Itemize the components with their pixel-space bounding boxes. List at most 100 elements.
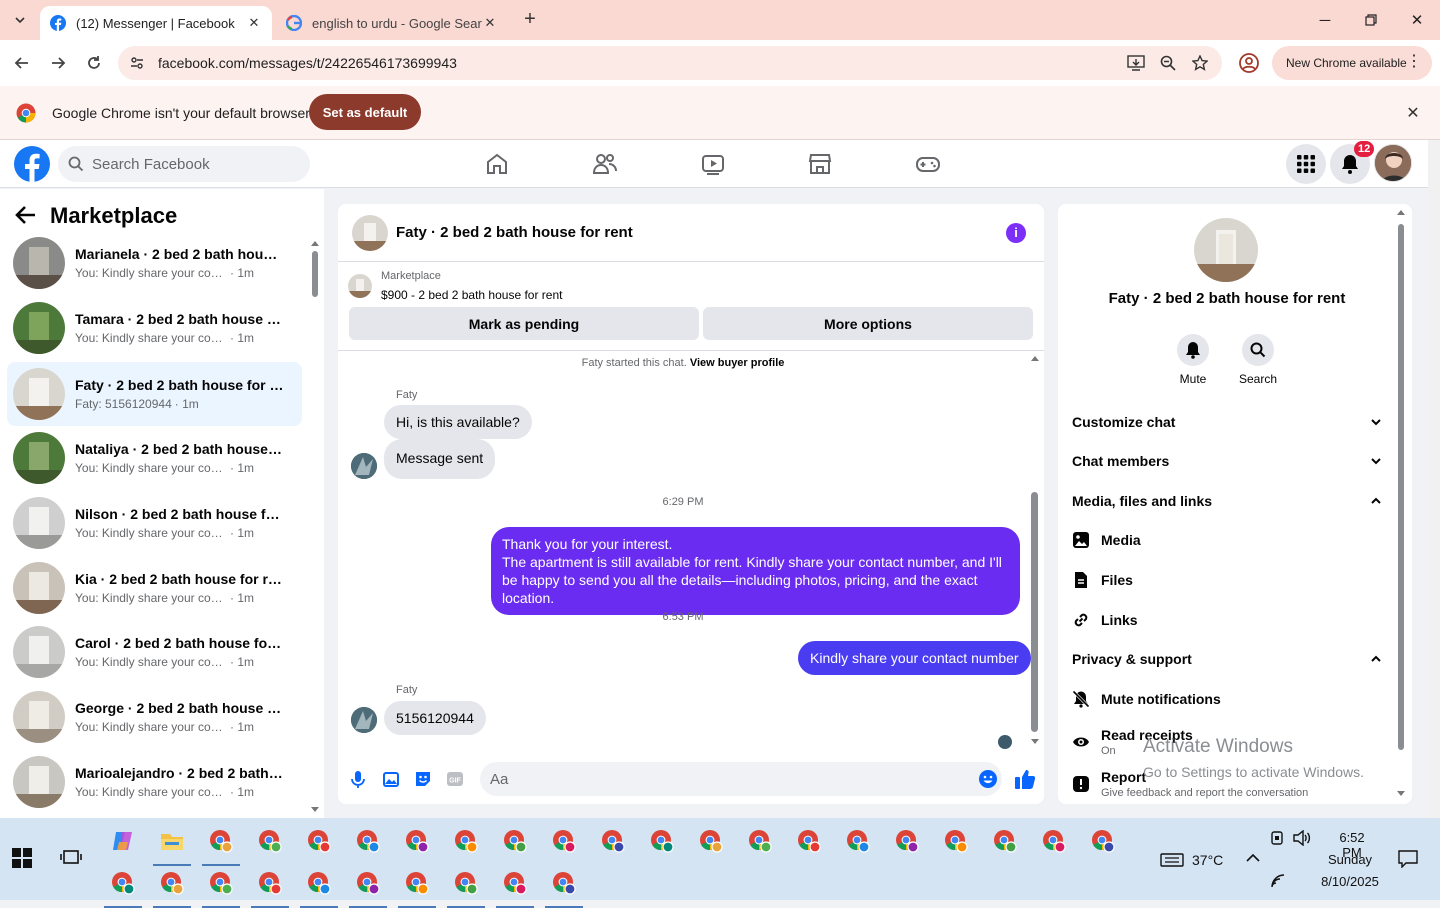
task-view-icon[interactable] <box>60 848 84 872</box>
zoom-icon[interactable] <box>1158 53 1178 73</box>
chrome-profile-shortcut-icon[interactable] <box>159 870 185 896</box>
chrome-profile-shortcut-icon[interactable] <box>257 828 283 854</box>
account-avatar[interactable] <box>1374 144 1412 182</box>
mark-as-pending-button[interactable]: Mark as pending <box>349 307 699 340</box>
tab-messenger[interactable]: (12) Messenger | Facebook ✕ <box>40 6 272 40</box>
windows-start-icon[interactable] <box>12 848 36 872</box>
chrome-profile-shortcut-icon[interactable] <box>355 828 381 854</box>
report-item[interactable]: Report Give feedback and report the conve… <box>1072 764 1382 804</box>
media-files-links-section[interactable]: Media, files and links <box>1072 483 1382 519</box>
set-as-default-button[interactable]: Set as default <box>309 94 421 130</box>
volume-icon[interactable] <box>1293 830 1311 846</box>
conversation-item[interactable]: Marioalejandro · 2 bed 2 bath house for … <box>7 750 302 814</box>
chat-avatar[interactable] <box>352 214 388 251</box>
tab-close-icon[interactable]: ✕ <box>246 15 262 31</box>
conversation-item[interactable]: Tamara · 2 bed 2 bath house for rent You:… <box>7 296 302 360</box>
chrome-profile-shortcut-icon[interactable] <box>992 828 1018 854</box>
new-tab-icon[interactable]: + <box>520 9 540 30</box>
microphone-icon[interactable] <box>348 769 368 789</box>
mute-button[interactable]: Mute <box>1158 334 1228 386</box>
chrome-profile-shortcut-icon[interactable] <box>453 870 479 896</box>
restore-icon[interactable] <box>1359 8 1383 32</box>
chrome-profile-shortcut-icon[interactable] <box>208 828 234 854</box>
chrome-profile-shortcut-icon[interactable] <box>306 870 332 896</box>
details-scrollbar[interactable] <box>1396 206 1406 802</box>
minimize-icon[interactable]: ─ <box>1313 8 1337 32</box>
mute-notifications-item[interactable]: Mute notifications <box>1072 681 1382 717</box>
media-item[interactable]: Media <box>1072 522 1382 558</box>
chat-title[interactable]: Faty · 2 bed 2 bath house for rent <box>396 224 633 241</box>
temperature[interactable]: 37°C <box>1192 852 1223 868</box>
chrome-menu-icon[interactable]: ⋮ <box>1406 54 1422 70</box>
chrome-profile-shortcut-icon[interactable] <box>649 828 675 854</box>
weather-icon[interactable] <box>1160 852 1184 868</box>
message-bubble-incoming[interactable]: 5156120944 <box>384 701 486 735</box>
clock-date[interactable]: 8/10/2025 <box>1316 874 1384 889</box>
page-scrollbar[interactable] <box>1428 140 1440 818</box>
file-explorer-icon[interactable] <box>159 828 185 854</box>
chrome-profile-shortcut-icon[interactable] <box>404 870 430 896</box>
conversation-item[interactable]: Faty · 2 bed 2 bath house for rent Faty: … <box>7 362 302 426</box>
infobar-close-icon[interactable]: ✕ <box>1404 104 1422 122</box>
details-avatar[interactable] <box>1194 218 1258 282</box>
customize-chat-section[interactable]: Customize chat <box>1072 404 1382 440</box>
marketplace-icon[interactable] <box>807 151 833 177</box>
home-icon[interactable] <box>484 151 510 177</box>
chrome-profile-shortcut-icon[interactable] <box>502 870 528 896</box>
back-icon[interactable] <box>10 51 34 75</box>
window-close-icon[interactable]: ✕ <box>1405 8 1429 32</box>
install-app-icon[interactable] <box>1126 53 1146 73</box>
gaming-icon[interactable] <box>915 151 941 177</box>
like-thumb-icon[interactable] <box>1014 768 1036 790</box>
conversation-item[interactable]: Nataliya · 2 bed 2 bath house for rent Yo… <box>7 426 302 490</box>
chrome-profile-shortcut-icon[interactable] <box>502 828 528 854</box>
tab-close-icon[interactable]: ✕ <box>482 15 498 31</box>
photo-icon[interactable] <box>381 769 401 789</box>
chrome-profile-icon[interactable] <box>1238 52 1260 74</box>
search-in-conversation-button[interactable]: Search <box>1223 334 1293 386</box>
chat-members-section[interactable]: Chat members <box>1072 443 1382 479</box>
chrome-profile-shortcut-icon[interactable] <box>600 828 626 854</box>
chat-scrollbar[interactable] <box>1030 350 1040 754</box>
tab-google-search[interactable]: english to urdu - Google Search ✕ <box>276 6 508 40</box>
clock-day[interactable]: Sunday <box>1322 852 1378 867</box>
message-input[interactable]: Aa <box>480 762 1002 796</box>
notification-center-icon[interactable] <box>1398 850 1418 868</box>
forward-icon[interactable] <box>46 51 70 75</box>
privacy-support-section[interactable]: Privacy & support <box>1072 641 1382 677</box>
menu-grid-icon[interactable] <box>1286 144 1326 184</box>
chrome-profile-shortcut-icon[interactable] <box>551 828 577 854</box>
friends-icon[interactable] <box>592 151 618 177</box>
chrome-profile-shortcut-icon[interactable] <box>306 828 332 854</box>
conversation-item[interactable]: Nilson · 2 bed 2 bath house for rent You:… <box>7 491 302 555</box>
reload-icon[interactable] <box>82 51 106 75</box>
bookmark-star-icon[interactable] <box>1190 53 1210 73</box>
tab-search-chevron-icon[interactable] <box>8 8 32 32</box>
chrome-profile-shortcut-icon[interactable] <box>257 870 283 896</box>
links-item[interactable]: Links <box>1072 602 1382 638</box>
sender-avatar[interactable] <box>351 707 377 733</box>
files-item[interactable]: Files <box>1072 562 1382 598</box>
chrome-profile-shortcut-icon[interactable] <box>894 828 920 854</box>
show-hidden-icons-chevron-icon[interactable] <box>1245 852 1261 864</box>
chrome-profile-shortcut-icon[interactable] <box>110 870 136 896</box>
message-bubble-incoming[interactable]: Message sent <box>384 439 496 479</box>
omnibox[interactable]: facebook.com/messages/t/2422654617369994… <box>118 46 1222 80</box>
conversation-item[interactable]: Marianela · 2 bed 2 bath house for rent Y… <box>7 231 302 295</box>
sender-avatar[interactable] <box>351 453 377 479</box>
chrome-profile-shortcut-icon[interactable] <box>698 828 724 854</box>
chrome-profile-shortcut-icon[interactable] <box>1090 828 1116 854</box>
listing-card[interactable]: Marketplace $900 - 2 bed 2 bath house fo… <box>348 270 1038 302</box>
read-receipts-item[interactable]: Read receipts On <box>1072 722 1382 762</box>
chrome-profile-shortcut-icon[interactable] <box>1041 828 1067 854</box>
chrome-profile-shortcut-icon[interactable] <box>453 828 479 854</box>
conversation-item[interactable]: Kia · 2 bed 2 bath house for rent You: Ki… <box>7 556 302 620</box>
chrome-profile-shortcut-icon[interactable] <box>796 828 822 854</box>
sidebar-scrollbar[interactable] <box>310 239 320 814</box>
back-arrow-icon[interactable] <box>14 205 40 227</box>
chrome-profile-shortcut-icon[interactable] <box>747 828 773 854</box>
site-info-icon[interactable] <box>126 52 148 74</box>
chrome-profile-shortcut-icon[interactable] <box>551 870 577 896</box>
copilot-icon[interactable] <box>110 828 136 854</box>
chrome-profile-shortcut-icon[interactable] <box>845 828 871 854</box>
